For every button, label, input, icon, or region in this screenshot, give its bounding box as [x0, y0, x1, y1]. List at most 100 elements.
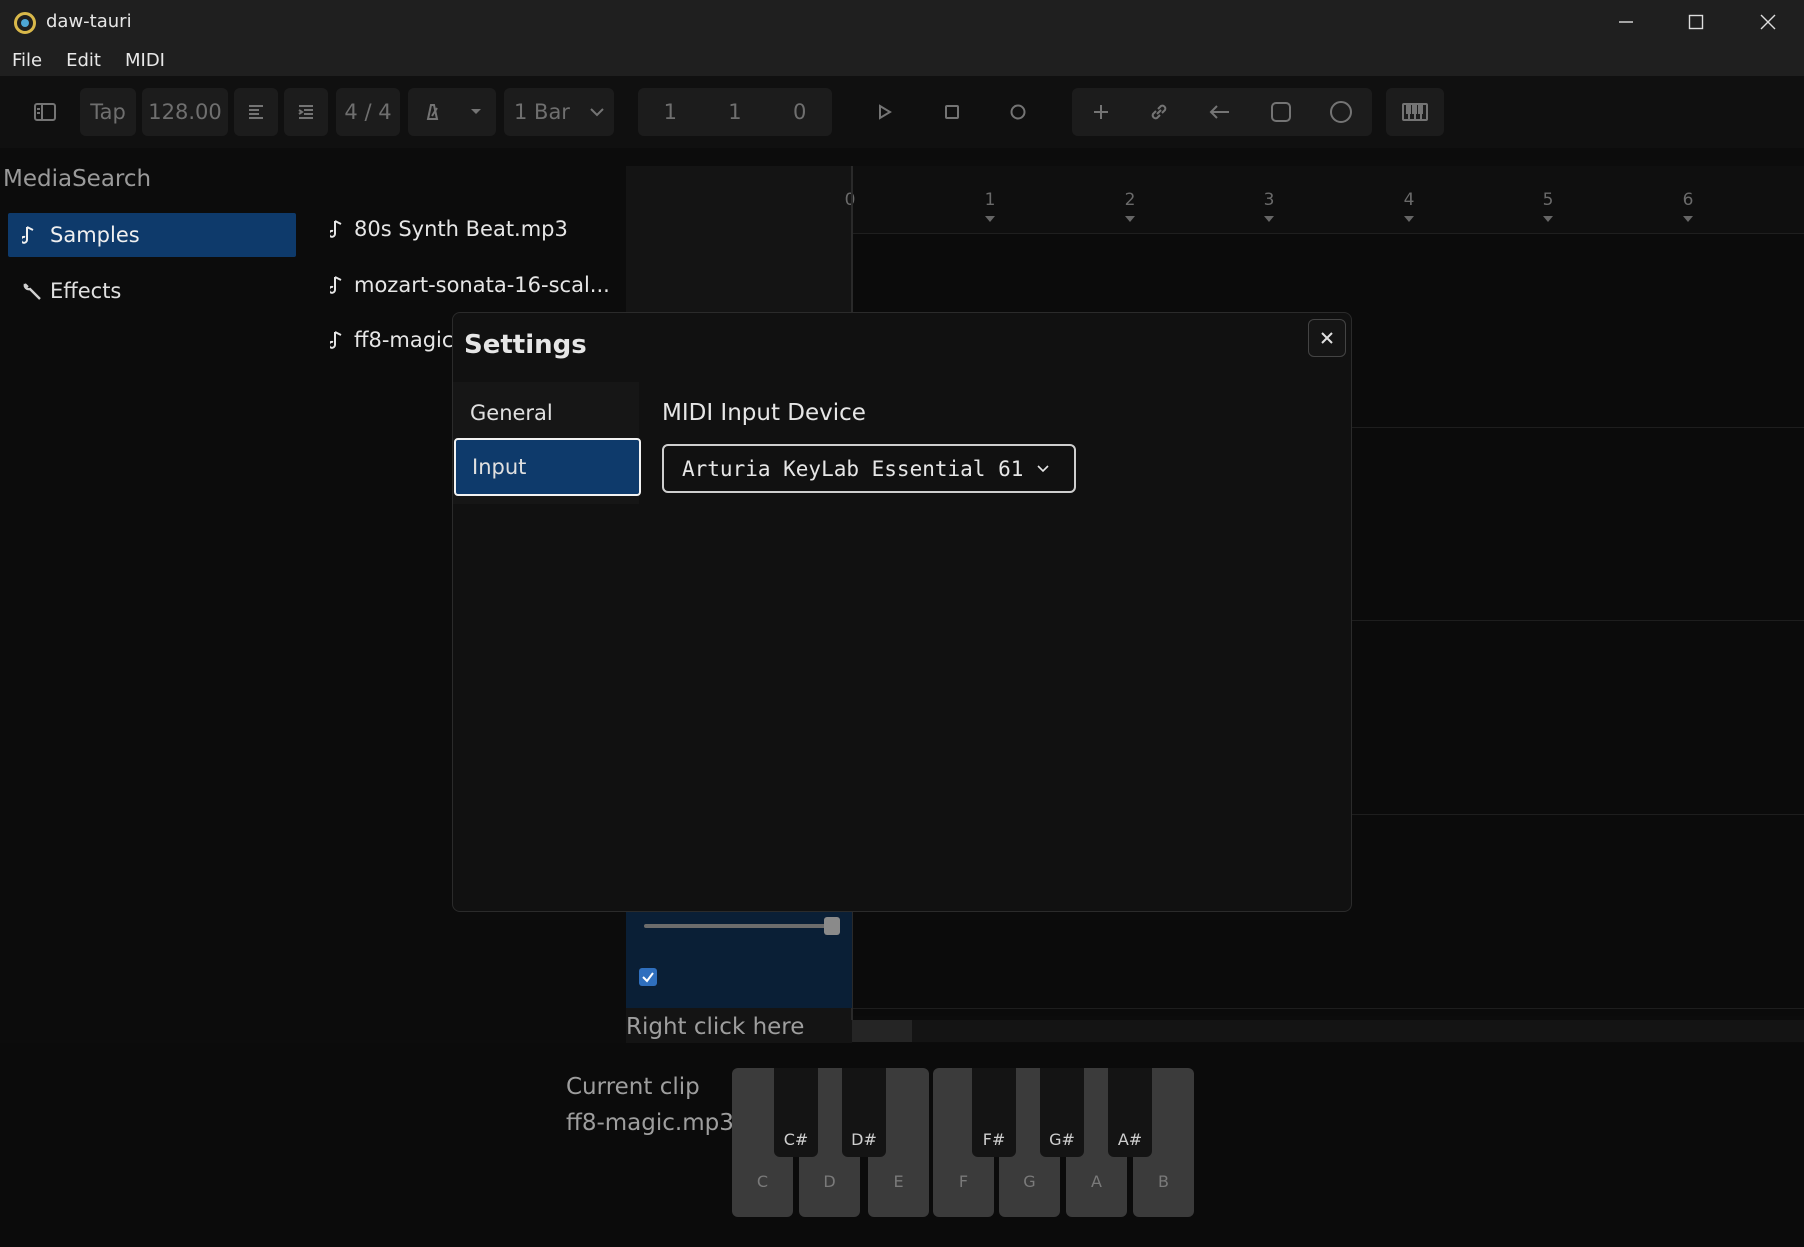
piano-keyboard-icon: [1402, 103, 1428, 121]
record-button[interactable]: [996, 88, 1040, 136]
ruler-marker: [1264, 216, 1274, 222]
current-clip-value: ff8-magic.mp3: [566, 1110, 734, 1136]
chevron-down-icon: [1037, 464, 1049, 472]
indent-icon: [298, 105, 313, 119]
ruler-label: 2: [1124, 190, 1136, 210]
minimize-icon: [1619, 21, 1633, 23]
piano-roll-button[interactable]: [1386, 88, 1444, 136]
track-divider: [852, 1008, 1804, 1009]
bpm-input[interactable]: 128.00: [142, 88, 228, 136]
ruler-label: 3: [1263, 190, 1275, 210]
context-hint[interactable]: Right click here: [626, 1014, 804, 1040]
position-tick: 0: [792, 100, 807, 124]
close-window-button[interactable]: [1732, 0, 1804, 44]
square-icon[interactable]: [1270, 101, 1292, 123]
sidebar-item-samples[interactable]: Samples: [8, 213, 296, 257]
minimize-button[interactable]: [1590, 0, 1662, 44]
ruler-marker: [1125, 216, 1135, 222]
piano-key-c-sharp[interactable]: C#: [774, 1068, 818, 1157]
check-icon: [642, 972, 654, 983]
toolbar: Tap 128.00 4 / 4 1 Bar 1 1 0: [0, 76, 1804, 148]
tool-group: [1072, 88, 1372, 136]
music-note-icon: [330, 276, 342, 294]
ruler-label: 4: [1403, 190, 1415, 210]
sample-item[interactable]: mozart-sonata-16-scal...: [330, 273, 610, 297]
scrollbar-thumb[interactable]: [852, 1020, 912, 1042]
sidebar-item-effects[interactable]: Effects: [8, 269, 296, 313]
music-note-icon: [22, 224, 50, 246]
piano-key-d-sharp[interactable]: D#: [842, 1068, 886, 1157]
arrow-left-icon[interactable]: [1208, 102, 1232, 122]
ruler-marker: [1543, 216, 1553, 222]
music-note-icon: [330, 331, 342, 349]
chevron-down-icon: [471, 109, 481, 114]
window-title: daw-tauri: [46, 11, 132, 32]
ruler-marker: [1404, 216, 1414, 222]
menu-midi[interactable]: MIDI: [125, 50, 165, 71]
maximize-button[interactable]: [1660, 0, 1732, 44]
ruler-label: 6: [1682, 190, 1694, 210]
indent-button[interactable]: [284, 88, 328, 136]
midi-input-select[interactable]: Arturia KeyLab Essential 61: [662, 444, 1076, 493]
menu-edit[interactable]: Edit: [66, 50, 101, 71]
piano-key-g-sharp[interactable]: G#: [1040, 1068, 1084, 1157]
chevron-down-icon: [590, 108, 604, 117]
current-clip-label: Current clip: [566, 1074, 700, 1100]
sidebar-title: MediaSearch: [3, 166, 152, 192]
toggle-sidebar-button[interactable]: [24, 88, 66, 136]
settings-tab-input[interactable]: Input: [454, 438, 641, 496]
sample-name: 80s Synth Beat.mp3: [354, 217, 568, 241]
music-note-icon: [330, 220, 342, 238]
settings-tab-general[interactable]: General: [454, 384, 641, 442]
midi-input-label: MIDI Input Device: [662, 400, 866, 426]
sample-item[interactable]: 80s Synth Beat.mp3: [330, 217, 568, 241]
align-left-icon: [249, 105, 263, 119]
circle-icon[interactable]: [1329, 100, 1353, 124]
maximize-icon: [1688, 14, 1704, 30]
sidebar-item-label: Effects: [50, 279, 122, 303]
play-icon: [879, 104, 892, 120]
menu-bar: File Edit MIDI: [0, 44, 1804, 76]
track-enabled-checkbox[interactable]: [639, 968, 657, 986]
ruler-label: 0: [844, 190, 856, 210]
close-icon: [1321, 332, 1333, 344]
stop-button[interactable]: [930, 88, 974, 136]
dialog-close-button[interactable]: [1308, 319, 1346, 357]
position-beat: 1: [728, 100, 742, 124]
plus-icon[interactable]: [1091, 102, 1111, 122]
track-controls: [626, 900, 852, 1008]
timeline-ruler[interactable]: 0 1 2 3 4 5 6: [845, 166, 1804, 234]
volume-slider-thumb[interactable]: [824, 917, 840, 935]
link-icon[interactable]: [1148, 101, 1170, 123]
tap-tempo-button[interactable]: Tap: [80, 88, 136, 136]
volume-slider[interactable]: [644, 924, 834, 928]
metronome-dropdown[interactable]: [408, 88, 496, 136]
snap-dropdown[interactable]: 1 Bar: [504, 88, 614, 136]
snap-value: 1 Bar: [514, 100, 570, 124]
horizontal-scrollbar[interactable]: [852, 1020, 1804, 1042]
ruler-label: 1: [984, 190, 996, 210]
stop-icon: [945, 105, 959, 119]
piano-key-a-sharp[interactable]: A#: [1108, 1068, 1152, 1157]
position-display[interactable]: 1 1 0: [638, 88, 832, 136]
play-button[interactable]: [862, 88, 906, 136]
wrench-icon: [22, 280, 50, 302]
metronome-icon: [426, 104, 439, 120]
menu-file[interactable]: File: [12, 50, 42, 71]
ruler-marker: [985, 216, 995, 222]
sample-name: mozart-sonata-16-scal...: [354, 273, 610, 297]
time-signature-input[interactable]: 4 / 4: [336, 88, 400, 136]
record-icon: [1010, 104, 1026, 120]
close-icon: [1760, 14, 1776, 30]
piano-key-f-sharp[interactable]: F#: [972, 1068, 1016, 1157]
position-bar: 1: [663, 100, 678, 124]
dialog-title: Settings: [464, 330, 587, 360]
midi-input-value: Arturia KeyLab Essential 61: [682, 456, 1024, 481]
title-bar: [0, 0, 1804, 44]
sidebar-item-label: Samples: [50, 223, 140, 247]
ruler-label: 5: [1542, 190, 1554, 210]
align-left-button[interactable]: [234, 88, 278, 136]
app-logo-icon: [14, 12, 36, 34]
ruler-marker: [1683, 216, 1693, 222]
sidebar-panel-icon: [34, 103, 56, 121]
